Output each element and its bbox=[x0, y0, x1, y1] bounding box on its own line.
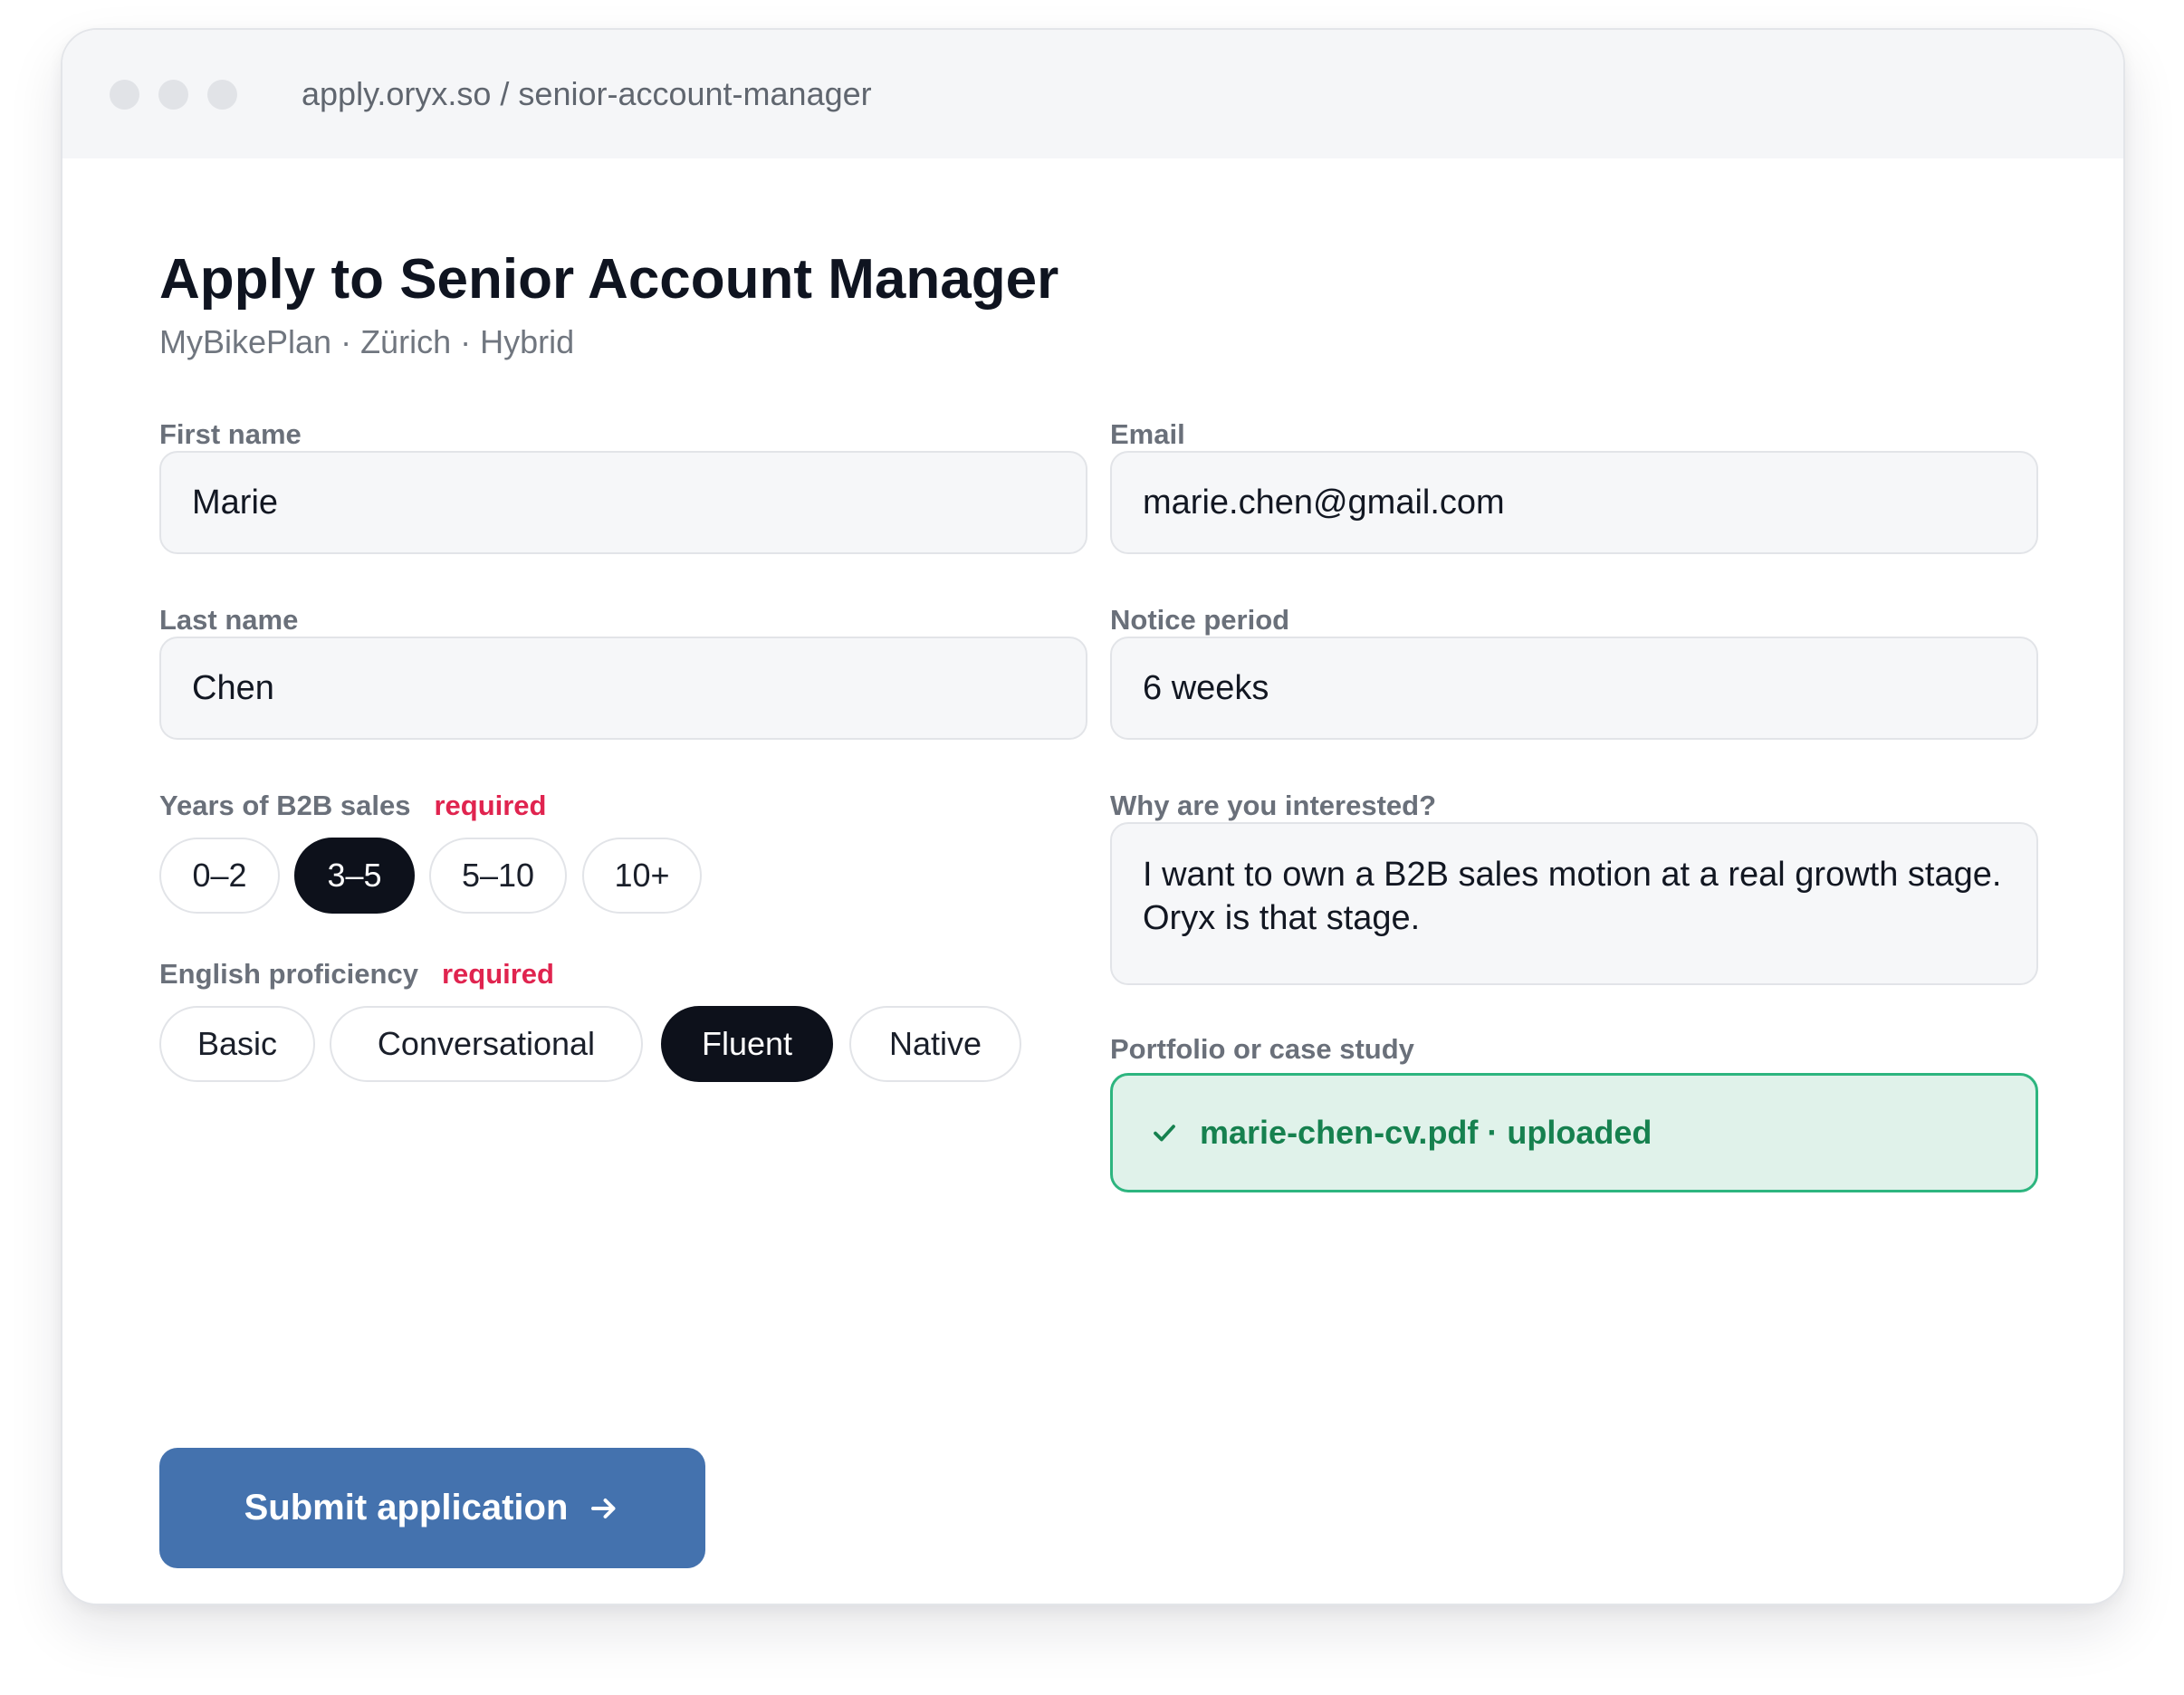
last-name-label: Last name bbox=[159, 604, 299, 636]
email-label: Email bbox=[1110, 418, 1185, 450]
years-b2b-label-text: Years of B2B sales bbox=[159, 790, 411, 821]
why-interested-textarea[interactable]: I want to own a B2B sales motion at a re… bbox=[1110, 822, 2038, 985]
years-b2b-label: Years of B2B sales required bbox=[159, 786, 546, 826]
submit-application-button[interactable]: Submit application bbox=[159, 1448, 705, 1568]
window-close-dot[interactable] bbox=[110, 80, 139, 110]
job-meta-subtitle: MyBikePlan · Zürich · Hybrid bbox=[159, 323, 575, 360]
english-proficiency-label: English proficiency required bbox=[159, 954, 554, 994]
address-bar-url[interactable]: apply.oryx.so / senior-account-manager bbox=[302, 72, 872, 117]
first-name-label: First name bbox=[159, 418, 302, 450]
why-interested-label: Why are you interested? bbox=[1110, 790, 1437, 821]
window-minimize-dot[interactable] bbox=[158, 80, 188, 110]
email-field[interactable]: marie.chen@gmail.com bbox=[1110, 451, 2038, 554]
last-name-field[interactable]: Chen bbox=[159, 637, 1087, 740]
browser-titlebar: apply.oryx.so / senior-account-manager bbox=[62, 30, 2123, 158]
english-required-tag: required bbox=[441, 958, 554, 990]
notice-period-field[interactable]: 6 weeks bbox=[1110, 637, 2038, 740]
years-option-3-5[interactable]: 3–5 bbox=[294, 838, 415, 914]
window-maximize-dot[interactable] bbox=[207, 80, 237, 110]
english-proficiency-label-text: English proficiency bbox=[159, 958, 418, 990]
page-title: Apply to Senior Account Manager bbox=[159, 248, 1059, 311]
portfolio-label: Portfolio or case study bbox=[1110, 1033, 1414, 1065]
english-option-basic[interactable]: Basic bbox=[159, 1006, 315, 1082]
browser-window: apply.oryx.so / senior-account-manager A… bbox=[61, 28, 2125, 1605]
check-icon bbox=[1154, 1125, 1175, 1142]
years-b2b-required-tag: required bbox=[434, 790, 547, 821]
first-name-field[interactable]: Marie bbox=[159, 451, 1087, 554]
english-option-conversational[interactable]: Conversational bbox=[330, 1006, 643, 1082]
english-option-native[interactable]: Native bbox=[849, 1006, 1021, 1082]
portfolio-upload-text: marie-chen-cv.pdf · uploaded bbox=[1200, 1114, 1652, 1151]
submit-button-label: Submit application bbox=[244, 1488, 569, 1527]
arrow-right-icon bbox=[591, 1498, 616, 1518]
notice-period-label: Notice period bbox=[1110, 604, 1290, 636]
english-option-fluent[interactable]: Fluent bbox=[661, 1006, 833, 1082]
years-option-5-10[interactable]: 5–10 bbox=[429, 838, 567, 914]
portfolio-upload-status[interactable]: marie-chen-cv.pdf · uploaded bbox=[1110, 1073, 2038, 1192]
years-option-0-2[interactable]: 0–2 bbox=[159, 838, 280, 914]
years-option-10-plus[interactable]: 10+ bbox=[582, 838, 702, 914]
